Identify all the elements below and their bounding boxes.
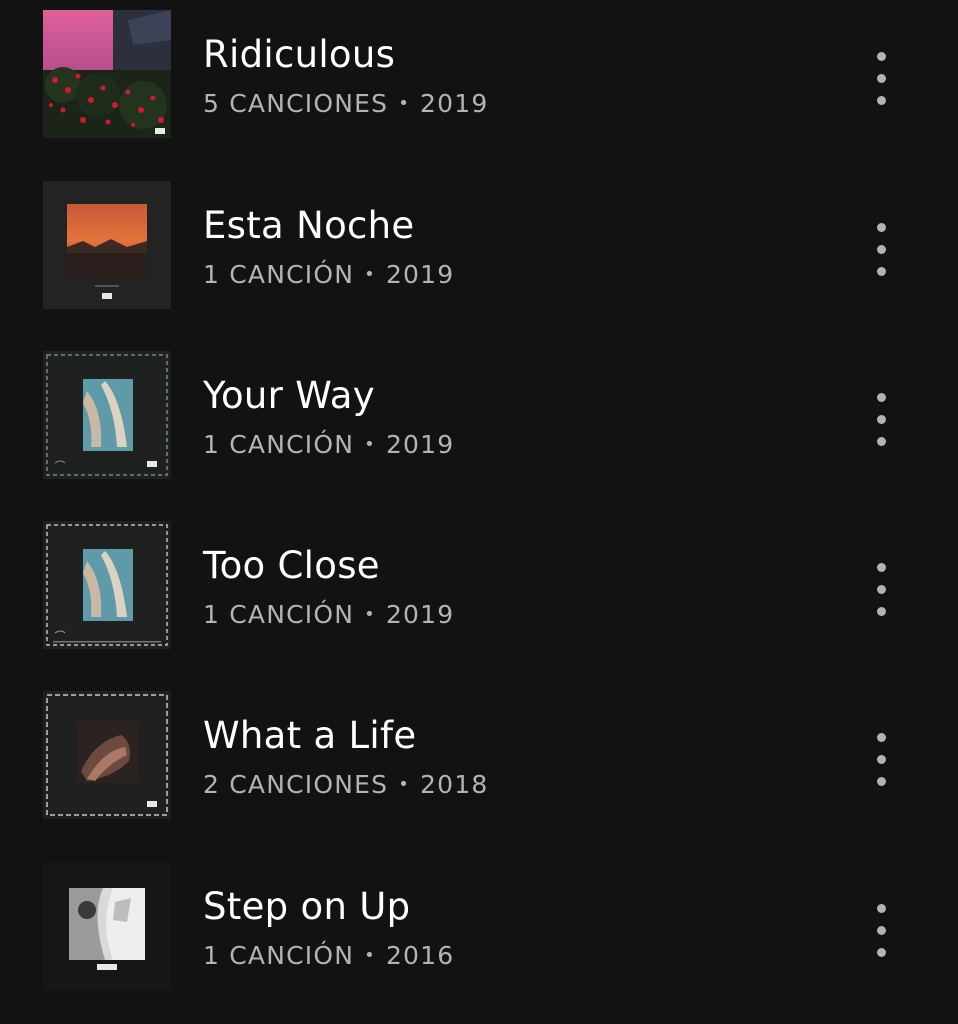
more-dot-icon	[877, 904, 886, 913]
meta-separator: •	[398, 93, 411, 114]
release-meta: 1 CANCIÓN • 2019	[203, 260, 454, 290]
meta-separator: •	[364, 945, 376, 966]
more-dot-icon	[877, 755, 886, 764]
album-cover-step-on-up[interactable]	[43, 862, 171, 990]
more-dot-icon	[877, 563, 886, 572]
album-cover-what-a-life[interactable]	[43, 691, 171, 819]
more-options-button[interactable]	[866, 557, 898, 617]
meta-separator: •	[364, 264, 376, 285]
more-dot-icon	[877, 607, 886, 616]
more-dot-icon	[877, 223, 886, 232]
release-row-your-way[interactable]: Your Way 1 CANCIÓN • 2019	[0, 351, 958, 481]
album-cover-ridiculous[interactable]	[43, 10, 171, 138]
release-track-count: 1 CANCIÓN	[203, 260, 355, 289]
more-dot-icon	[877, 245, 886, 254]
more-dot-icon	[877, 74, 886, 83]
dark-portrait-framed-artwork	[43, 691, 171, 819]
black-white-photo-artwork	[43, 862, 171, 990]
release-row-what-a-life[interactable]: What a Life 2 CANCIONES • 2018	[0, 691, 958, 821]
release-track-count: 2 CANCIONES	[203, 770, 389, 799]
more-options-button[interactable]	[866, 387, 898, 447]
more-dot-icon	[877, 96, 886, 105]
release-title[interactable]: Esta Noche	[203, 204, 414, 248]
album-cover-too-close[interactable]	[43, 521, 171, 649]
pink-sky-roses-artwork	[43, 10, 171, 138]
more-dot-icon	[877, 267, 886, 276]
release-year: 2019	[385, 260, 455, 289]
more-options-button[interactable]	[866, 898, 898, 958]
more-dot-icon	[877, 926, 886, 935]
sunset-photo-artwork	[43, 181, 171, 309]
painting-framed-artwork	[43, 351, 171, 479]
release-track-count: 1 CANCIÓN	[203, 941, 355, 970]
release-year: 2019	[420, 89, 489, 118]
album-cover-esta-noche[interactable]	[43, 181, 171, 309]
release-title[interactable]: Ridiculous	[203, 33, 395, 77]
release-meta: 1 CANCIÓN • 2016	[203, 941, 454, 971]
meta-separator: •	[364, 434, 376, 455]
release-title[interactable]: What a Life	[203, 714, 416, 758]
more-options-button[interactable]	[866, 217, 898, 277]
release-meta: 1 CANCIÓN • 2019	[203, 600, 454, 630]
release-meta: 1 CANCIÓN • 2019	[203, 430, 454, 460]
release-track-count: 1 CANCIÓN	[203, 600, 355, 629]
more-dot-icon	[877, 393, 886, 402]
painting-framed-artwork	[43, 521, 171, 649]
more-options-button[interactable]	[866, 727, 898, 787]
release-year: 2016	[385, 941, 455, 970]
meta-separator: •	[398, 774, 411, 795]
album-cover-your-way[interactable]	[43, 351, 171, 479]
release-track-count: 1 CANCIÓN	[203, 430, 355, 459]
release-row-step-on-up[interactable]: Step on Up 1 CANCIÓN • 2016	[0, 862, 958, 992]
more-dot-icon	[877, 437, 886, 446]
release-row-too-close[interactable]: Too Close 1 CANCIÓN • 2019	[0, 521, 958, 651]
more-dot-icon	[877, 415, 886, 424]
release-track-count: 5 CANCIONES	[203, 89, 389, 118]
release-row-esta-noche[interactable]: Esta Noche 1 CANCIÓN • 2019	[0, 181, 958, 311]
release-meta: 2 CANCIONES • 2018	[203, 770, 488, 800]
release-title[interactable]: Step on Up	[203, 885, 410, 929]
more-dot-icon	[877, 52, 886, 61]
more-dot-icon	[877, 733, 886, 742]
release-list: Ridiculous 5 CANCIONES • 2019 Esta Noche…	[0, 0, 958, 1024]
release-title[interactable]: Your Way	[203, 374, 375, 418]
release-title[interactable]: Too Close	[203, 544, 380, 588]
release-year: 2018	[420, 770, 489, 799]
meta-separator: •	[364, 604, 376, 625]
more-dot-icon	[877, 948, 886, 957]
release-year: 2019	[385, 430, 455, 459]
more-dot-icon	[877, 777, 886, 786]
release-row-ridiculous[interactable]: Ridiculous 5 CANCIONES • 2019	[0, 10, 958, 140]
release-year: 2019	[385, 600, 455, 629]
more-dot-icon	[877, 585, 886, 594]
release-meta: 5 CANCIONES • 2019	[203, 89, 488, 119]
more-options-button[interactable]	[866, 46, 898, 106]
